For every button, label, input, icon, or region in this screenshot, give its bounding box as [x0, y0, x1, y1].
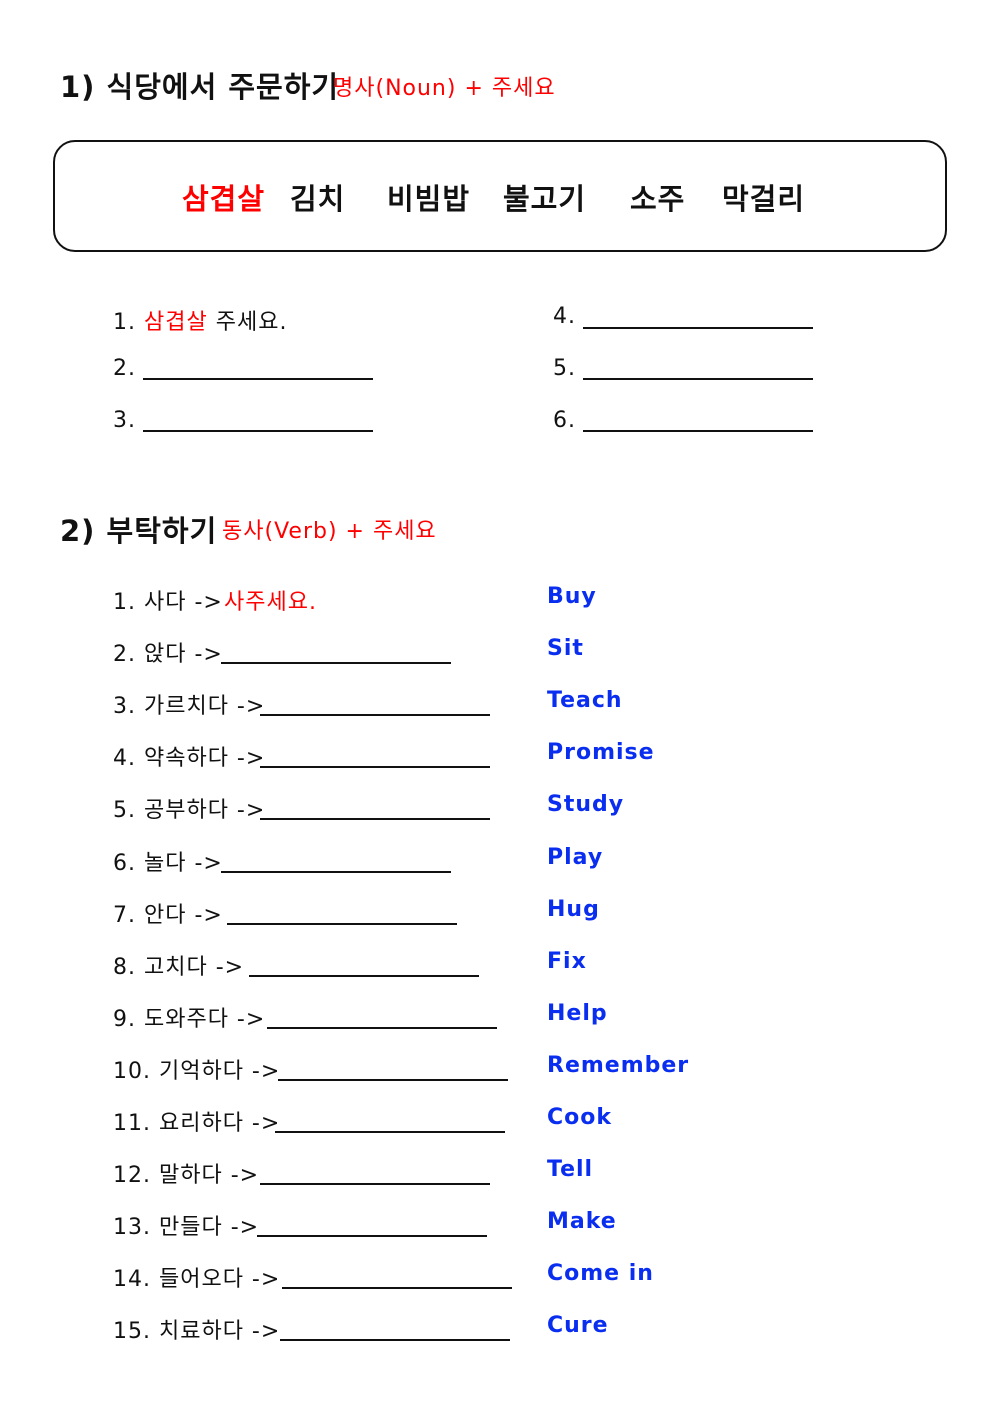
- english-meaning: Hug: [547, 896, 600, 922]
- item-number: 2.: [113, 356, 136, 381]
- english-meaning: Play: [547, 844, 604, 870]
- verb-prompt: 3. 가르치다 ->: [113, 694, 266, 720]
- example-noun: 삼겹살: [144, 310, 208, 335]
- answer-blank[interactable]: [260, 1183, 490, 1186]
- example-suffix: 주세요.: [215, 310, 288, 335]
- verb-prompt: 9. 도와주다 ->: [113, 1006, 266, 1032]
- verb-prompt: 7. 안다 ->: [113, 902, 223, 928]
- verb-prompt: 1. 사다 ->: [113, 590, 223, 615]
- item-number: 6.: [553, 408, 576, 433]
- english-meaning: Cook: [547, 1105, 613, 1130]
- answer-blank[interactable]: [260, 818, 490, 821]
- exercise1-example: 1. 삼겹살 주세요.: [113, 304, 287, 336]
- word-bank-item: 불고기: [503, 182, 587, 216]
- example-answer: 사주세요.: [224, 590, 317, 615]
- english-meaning: Cure: [547, 1313, 609, 1339]
- item-number: 1.: [113, 310, 136, 335]
- word-bank-item: 막걸리: [722, 182, 806, 216]
- verb-prompt: 14. 들어오다 ->: [113, 1267, 281, 1293]
- answer-blank[interactable]: [143, 430, 373, 432]
- answer-blank[interactable]: [227, 922, 457, 925]
- word-bank-item: 삼겹살: [182, 182, 266, 216]
- english-meaning: Fix: [547, 948, 587, 974]
- answer-blank[interactable]: [221, 662, 451, 665]
- english-meaning: Study: [547, 792, 625, 818]
- answer-blank[interactable]: [278, 1078, 508, 1081]
- english-meaning: Remember: [547, 1052, 690, 1078]
- answer-blank[interactable]: [260, 766, 490, 769]
- item-number: 4.: [553, 304, 576, 329]
- english-meaning: Teach: [547, 688, 623, 714]
- word-bank-item: 김치: [290, 182, 346, 216]
- section2-title: 2) 부탁하기: [60, 514, 218, 548]
- item-number: 5.: [553, 356, 576, 381]
- answer-blank[interactable]: [282, 1287, 512, 1290]
- answer-blank[interactable]: [260, 714, 490, 717]
- verb-prompt: 10. 기억하다 ->: [113, 1058, 281, 1084]
- answer-blank[interactable]: [257, 1235, 487, 1238]
- section1-pattern: 명사(Noun) + 주세요: [333, 76, 556, 101]
- english-meaning: Come in: [547, 1261, 654, 1287]
- english-meaning: Help: [547, 1000, 608, 1026]
- english-meaning: Make: [547, 1209, 617, 1235]
- answer-blank[interactable]: [583, 378, 813, 380]
- verb-prompt: 11. 요리하다 ->: [113, 1111, 281, 1136]
- answer-blank[interactable]: [143, 378, 373, 380]
- verb-prompt: 8. 고치다 ->: [113, 954, 245, 980]
- verb-prompt: 5. 공부하다 ->: [113, 798, 266, 824]
- english-meaning: Sit: [547, 636, 584, 662]
- answer-blank[interactable]: [267, 1026, 497, 1029]
- verb-prompt: 13. 만들다 ->: [113, 1215, 260, 1241]
- answer-blank[interactable]: [249, 974, 479, 977]
- verb-prompt: 12. 말하다 ->: [113, 1163, 260, 1189]
- verb-prompt: 4. 약속하다 ->: [113, 746, 266, 772]
- word-bank-item: 비빔밥: [387, 182, 471, 216]
- section2-pattern: 동사(Verb) + 주세요: [222, 519, 437, 544]
- english-meaning: Promise: [547, 740, 655, 766]
- answer-blank[interactable]: [275, 1131, 505, 1133]
- word-bank-item: 소주: [630, 182, 686, 216]
- verb-prompt: 15. 치료하다 ->: [113, 1319, 281, 1345]
- section1-title: 1) 식당에서 주문하기: [60, 70, 340, 104]
- answer-blank[interactable]: [583, 327, 813, 329]
- answer-blank[interactable]: [583, 430, 813, 432]
- answer-blank[interactable]: [221, 870, 451, 873]
- verb-prompt: 6. 놀다 ->: [113, 850, 223, 876]
- verb-prompt: 2. 앉다 ->: [113, 642, 223, 668]
- english-meaning: Tell: [547, 1157, 594, 1183]
- answer-blank[interactable]: [280, 1339, 510, 1342]
- item-number: 3.: [113, 408, 136, 433]
- english-meaning: Buy: [547, 584, 597, 609]
